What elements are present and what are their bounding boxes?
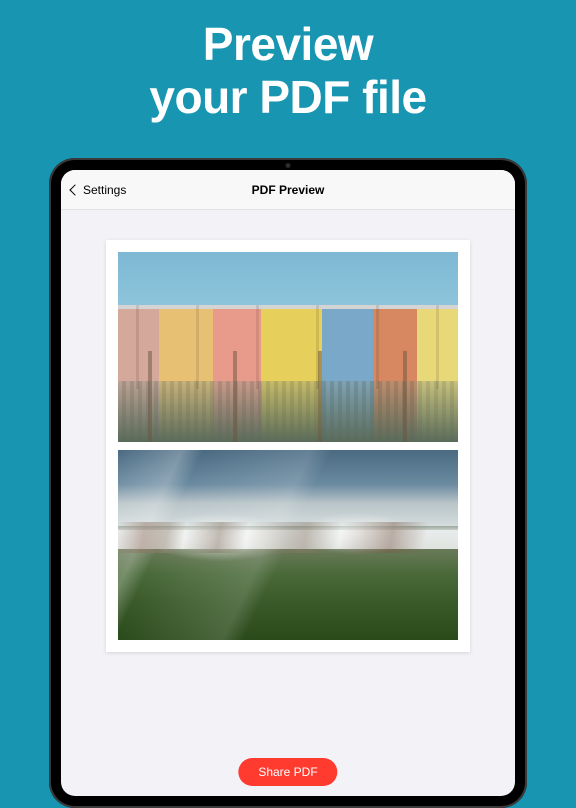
pdf-image-1 <box>118 252 458 442</box>
ipad-device-frame: Settings PDF Preview Share PDF <box>49 158 527 808</box>
nav-bar: Settings PDF Preview <box>61 170 515 210</box>
app-screen: Settings PDF Preview Share PDF <box>61 170 515 796</box>
camera-dot <box>286 163 291 168</box>
pdf-preview-page[interactable] <box>106 240 470 652</box>
content-area: Share PDF <box>61 210 515 796</box>
pdf-image-2 <box>118 450 458 640</box>
back-label: Settings <box>83 183 126 197</box>
page-title: PDF Preview <box>252 183 325 197</box>
headline-line-2: your PDF file <box>0 71 576 124</box>
chevron-left-icon <box>69 184 80 195</box>
share-button-label: Share PDF <box>258 765 317 779</box>
headline-line-1: Preview <box>0 18 576 71</box>
share-pdf-button[interactable]: Share PDF <box>238 758 337 786</box>
marketing-headline: Preview your PDF file <box>0 0 576 124</box>
back-button[interactable]: Settings <box>71 183 126 197</box>
